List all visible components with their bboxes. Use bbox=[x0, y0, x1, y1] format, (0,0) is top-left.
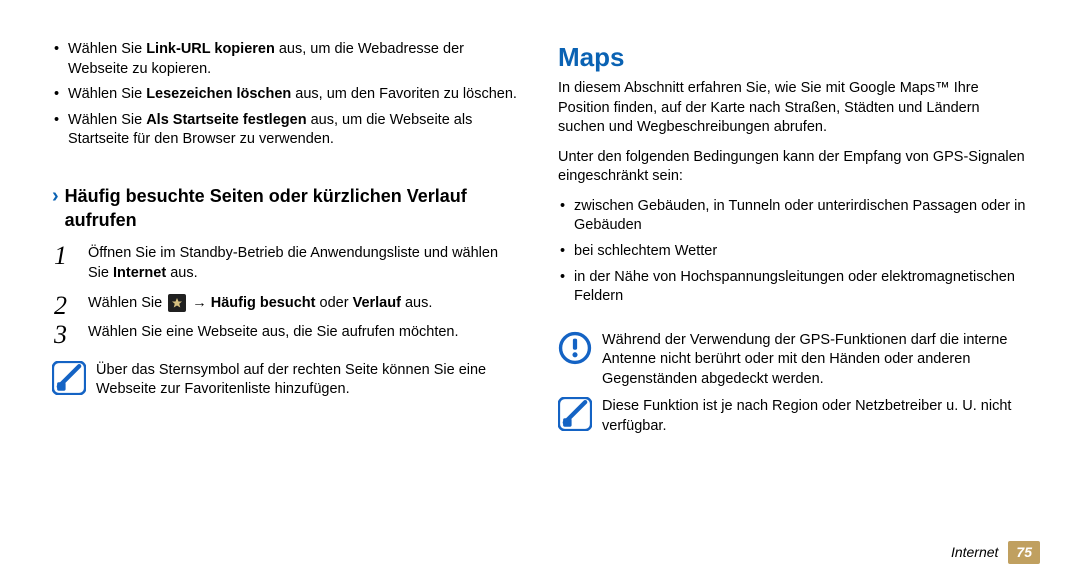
gps-conditions-list: zwischen Gebäuden, in Tunneln oder unter… bbox=[558, 197, 1028, 313]
section-heading: › Häufig besuchte Seiten oder kürzlichen… bbox=[52, 184, 522, 233]
footer-page-number: 75 bbox=[1008, 541, 1040, 564]
list-item: in der Nähe von Hochspannungsleitungen o… bbox=[558, 268, 1028, 307]
list-item: Wählen Sie Lesezeichen löschen aus, um d… bbox=[52, 85, 522, 105]
right-column: Maps In diesem Abschnitt erfahren Sie, w… bbox=[558, 40, 1028, 530]
list-item-text: zwischen Gebäuden, in Tunneln oder unter… bbox=[574, 198, 1025, 234]
star-bookmark-icon bbox=[168, 294, 186, 312]
info-note: Über das Sternsymbol auf der rechten Sei… bbox=[52, 361, 522, 400]
list-item: Wählen Sie Als Startseite festlegen aus,… bbox=[52, 111, 522, 150]
info-box-icon bbox=[558, 397, 592, 431]
info-note-text: Diese Funktion ist je nach Region oder N… bbox=[602, 397, 1028, 436]
list-item: bei schlechtem Wetter bbox=[558, 242, 1028, 262]
warning-circle-icon bbox=[558, 331, 592, 365]
list-item-bold: Link-URL kopieren bbox=[146, 41, 275, 57]
list-item-text: bei schlechtem Wetter bbox=[574, 243, 717, 259]
numbered-steps: 1 Öffnen Sie im Standby-Betrieb die Anwe… bbox=[52, 244, 522, 352]
step-2: 2 Wählen Sie → Häufig besucht oder Verla… bbox=[88, 294, 522, 314]
chevron-right-icon: › bbox=[52, 186, 59, 206]
warning-note-text: Während der Verwendung der GPS-Funktione… bbox=[602, 331, 1028, 390]
info-note: Diese Funktion ist je nach Region oder N… bbox=[558, 397, 1028, 436]
step-text-end: aus. bbox=[401, 295, 432, 311]
info-box-icon bbox=[52, 361, 86, 395]
arrow-text: → bbox=[192, 295, 211, 311]
step-text-c: aus. bbox=[166, 265, 197, 281]
maps-heading: Maps bbox=[558, 40, 1028, 75]
list-item-text-post: aus, um den Favoriten zu löschen. bbox=[291, 86, 517, 102]
list-item-text: in der Nähe von Hochspannungsleitungen o… bbox=[574, 269, 1015, 305]
warning-note: Während der Verwendung der GPS-Funktione… bbox=[558, 331, 1028, 390]
info-note-text: Über das Sternsymbol auf der rechten Sei… bbox=[96, 361, 522, 400]
step-3: 3 Wählen Sie eine Webseite aus, die Sie … bbox=[88, 323, 522, 343]
step-text-bold: Internet bbox=[113, 265, 166, 281]
list-item-bold: Lesezeichen löschen bbox=[146, 86, 291, 102]
list-item-bold: Als Startseite festlegen bbox=[146, 112, 306, 128]
step-1: 1 Öffnen Sie im Standby-Betrieb die Anwe… bbox=[88, 244, 522, 283]
page-footer: Internet 75 bbox=[951, 541, 1040, 564]
step-text-bold: Häufig besucht bbox=[211, 295, 316, 311]
page-spread: Wählen Sie Link-URL kopieren aus, um die… bbox=[0, 0, 1080, 586]
list-item-text-pre: Wählen Sie bbox=[68, 112, 146, 128]
list-item-text-pre: Wählen Sie bbox=[68, 86, 146, 102]
step-text-bold2: Verlauf bbox=[353, 295, 401, 311]
step-text: Wählen Sie → Häufig besucht oder Verlauf… bbox=[88, 295, 432, 311]
maps-intro: In diesem Abschnitt erfahren Sie, wie Si… bbox=[558, 79, 1028, 138]
section-heading-text: Häufig besuchte Seiten oder kürzlichen V… bbox=[65, 184, 522, 233]
step-number: 3 bbox=[54, 317, 67, 352]
context-menu-options-list: Wählen Sie Link-URL kopieren aus, um die… bbox=[52, 40, 522, 156]
list-item: zwischen Gebäuden, in Tunneln oder unter… bbox=[558, 197, 1028, 236]
left-column: Wählen Sie Link-URL kopieren aus, um die… bbox=[52, 40, 522, 530]
step-text-a: Wählen Sie bbox=[88, 295, 166, 311]
step-text: Öffnen Sie im Standby-Betrieb die Anwend… bbox=[88, 245, 498, 281]
step-text: Wählen Sie eine Webseite aus, die Sie au… bbox=[88, 324, 459, 340]
gps-conditions-intro: Unter den folgenden Bedingungen kann der… bbox=[558, 148, 1028, 187]
step-text-mid: oder bbox=[315, 295, 352, 311]
list-item: Wählen Sie Link-URL kopieren aus, um die… bbox=[52, 40, 522, 79]
footer-section-name: Internet bbox=[951, 543, 998, 562]
step-number: 1 bbox=[54, 238, 67, 273]
list-item-text-pre: Wählen Sie bbox=[68, 41, 146, 57]
